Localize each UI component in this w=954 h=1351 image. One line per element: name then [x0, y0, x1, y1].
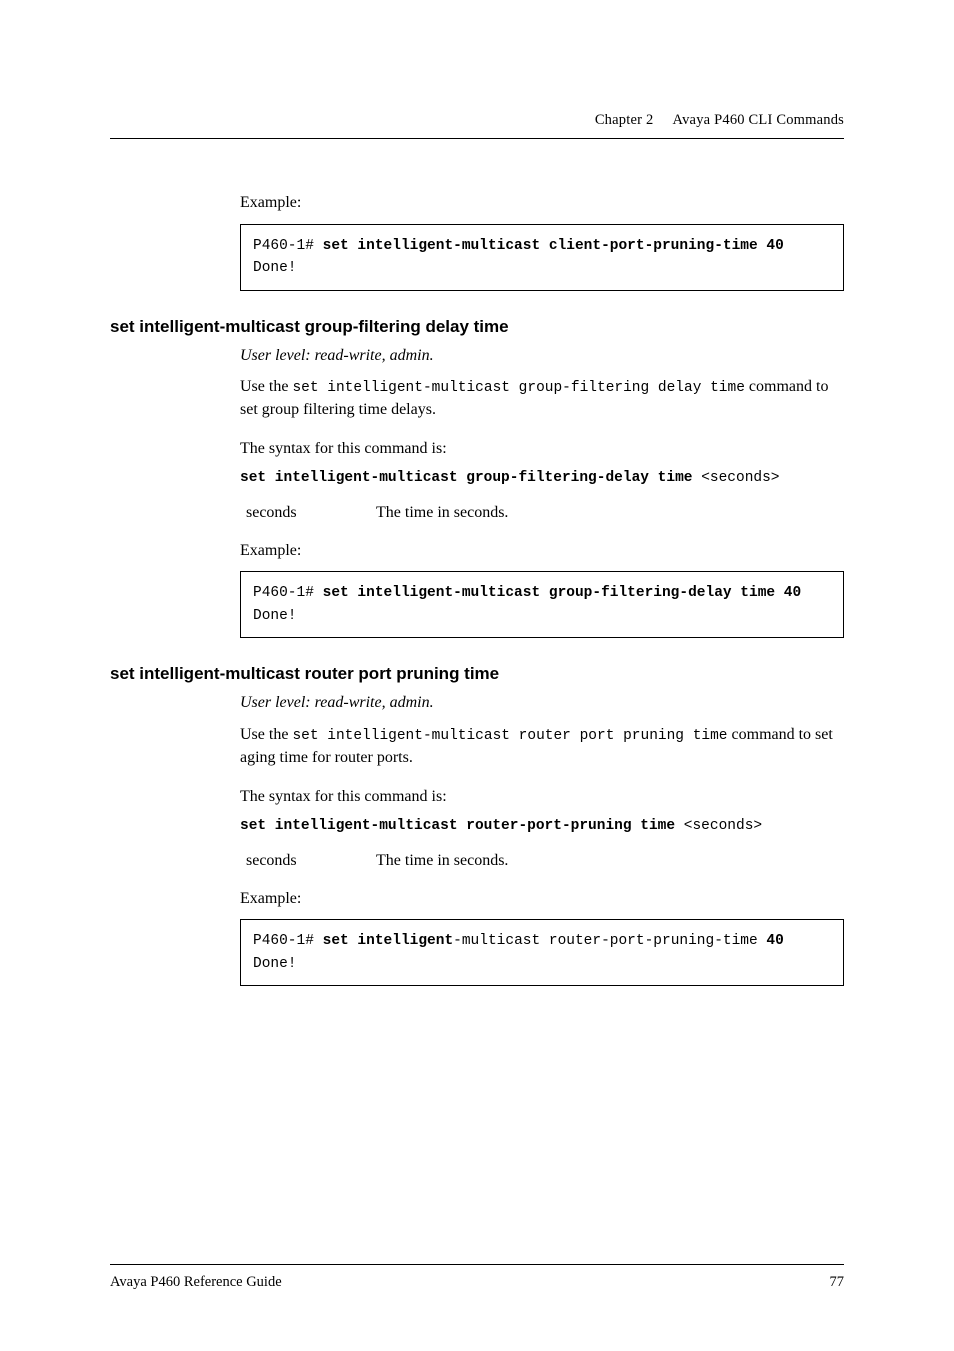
usage-pre: Use the [240, 378, 292, 395]
example-box-2: P460-1# set intelligent-multicast group-… [240, 571, 844, 638]
syntax-intro: The syntax for this command is: [240, 438, 844, 460]
chapter-label: Chapter 2 [595, 112, 654, 128]
heading-rpp: set intelligent-multicast router port pr… [110, 664, 844, 684]
syntax-arg: <seconds> [684, 818, 762, 834]
example-label: Example: [240, 540, 844, 562]
code-prompt: P460-1# [253, 238, 323, 254]
syntax-bold: set intelligent-multicast group-filterin… [240, 470, 701, 486]
code-command: set intelligent-multicast client-port-pr… [323, 238, 784, 254]
heading-gfd: set intelligent-multicast group-filterin… [110, 317, 844, 337]
page-number: 77 [830, 1274, 845, 1291]
running-header: Chapter 2 Avaya P460 CLI Commands [595, 112, 844, 129]
footer-rule [110, 1264, 844, 1265]
user-level: User level: read-write, admin. [240, 692, 844, 714]
section-gfd: User level: read-write, admin. Use the s… [240, 345, 844, 639]
syntax-line: set intelligent-multicast router-port-pr… [240, 818, 844, 834]
section-rpp: User level: read-write, admin. Use the s… [240, 692, 844, 986]
content: Example: P460-1# set intelligent-multica… [110, 192, 844, 1012]
code-prompt: P460-1# [253, 585, 323, 601]
code-prompt: P460-1# [253, 933, 323, 949]
page: Chapter 2 Avaya P460 CLI Commands Exampl… [0, 0, 954, 1351]
section-top: Example: P460-1# set intelligent-multica… [240, 192, 844, 291]
example-box-3: P460-1# set intelligent-multicast router… [240, 919, 844, 986]
syntax-arg: <seconds> [701, 470, 779, 486]
code-output: Done! [253, 608, 297, 624]
header-rule [110, 138, 844, 139]
usage-pre: Use the [240, 726, 292, 743]
code-output: Done! [253, 956, 297, 972]
param-row: seconds The time in seconds. [246, 504, 844, 522]
example-label: Example: [240, 192, 844, 214]
param-row: seconds The time in seconds. [246, 852, 844, 870]
code-command: set intelligent-multicast group-filterin… [323, 585, 802, 601]
footer-left: Avaya P460 Reference Guide [110, 1274, 282, 1291]
syntax-bold: set intelligent-multicast router-port-pr… [240, 818, 684, 834]
param-name: seconds [246, 504, 376, 522]
usage-para: Use the set intelligent-multicast group-… [240, 376, 844, 420]
param-name: seconds [246, 852, 376, 870]
code-output: Done! [253, 260, 297, 276]
usage-para: Use the set intelligent-multicast router… [240, 724, 844, 768]
syntax-intro: The syntax for this command is: [240, 786, 844, 808]
usage-mono: set intelligent-multicast router port pr… [292, 728, 727, 744]
code-bold-1: set intelligent [323, 933, 454, 949]
example-box-1: P460-1# set intelligent-multicast client… [240, 224, 844, 291]
code-bold-2: 40 [766, 933, 783, 949]
code-plain-1: -multicast router-port-pruning-time [453, 933, 766, 949]
example-label: Example: [240, 888, 844, 910]
syntax-line: set intelligent-multicast group-filterin… [240, 470, 844, 486]
usage-mono: set intelligent-multicast group-filterin… [292, 380, 744, 396]
param-desc: The time in seconds. [376, 504, 844, 522]
param-desc: The time in seconds. [376, 852, 844, 870]
user-level: User level: read-write, admin. [240, 345, 844, 367]
chapter-title: Avaya P460 CLI Commands [673, 112, 844, 128]
